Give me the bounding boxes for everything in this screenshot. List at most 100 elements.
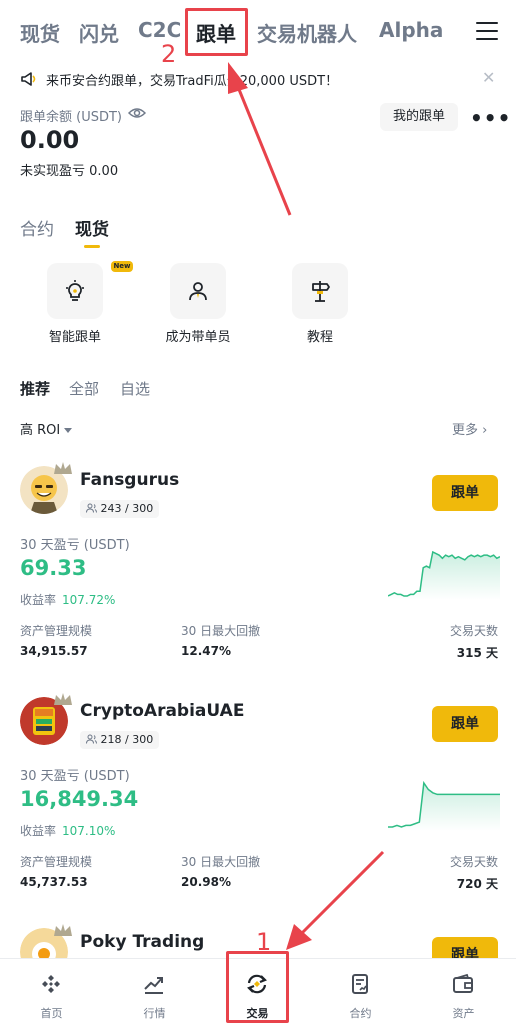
more-options-icon[interactable]: ••• (470, 106, 511, 130)
balance-value: 0.00 (20, 126, 80, 154)
document-icon (352, 974, 368, 994)
subtab-all[interactable]: 全部 (69, 378, 99, 399)
tab-c2c[interactable]: C2C (138, 18, 181, 42)
signpost-icon (312, 281, 330, 302)
aum-value: 34,915.57 (20, 644, 88, 658)
people-icon (86, 503, 97, 513)
crown-icon (54, 693, 72, 705)
follow-button[interactable]: 跟单 (432, 937, 498, 958)
follow-button[interactable]: 跟单 (432, 475, 498, 511)
promo-banner[interactable]: 来币安合约跟单，交易TradFi瓜分20,000 USDT！ ✕ (0, 64, 516, 94)
nav-label: 合约 (349, 1007, 372, 1020)
trading-days-label: 交易天数 (449, 855, 498, 869)
my-copy-trades-button[interactable]: 我的跟单 (380, 103, 458, 131)
more-link[interactable]: 更多 › (452, 419, 487, 438)
feature-become-lead-trader[interactable]: 成为带单员 (148, 263, 248, 353)
mdd-label: 30 日最大回撤 (181, 624, 261, 638)
banner-text: 来币安合约跟单，交易TradFi瓜分20,000 USDT！ (46, 74, 339, 89)
feature-icon-box (170, 263, 226, 319)
caret-down-icon (64, 428, 73, 433)
feature-label: 智能跟单 (48, 330, 101, 345)
trading-days-label: 交易天数 (449, 624, 498, 638)
feature-icon-box (292, 263, 348, 319)
segment-futures[interactable]: 合约 (20, 215, 54, 240)
tab-trading-bots[interactable]: 交易机器人 (257, 18, 357, 47)
nav-label: 资产 (452, 1007, 475, 1020)
unrealized-pnl-label: 未实现盈亏 (20, 164, 86, 179)
followers-count: 243 / 300 (100, 502, 154, 515)
feature-smart-copy[interactable]: New 智能跟单 (25, 261, 133, 353)
unrealized-pnl: 未实现盈亏 0.00 (20, 160, 118, 179)
follow-button[interactable]: 跟单 (432, 706, 498, 742)
roi-value: 107.10% (62, 824, 116, 838)
segment-spot[interactable]: 现货 (75, 215, 109, 240)
feature-label: 教程 (306, 330, 333, 345)
pnl-value: 69.33 (20, 556, 87, 580)
hamburger-menu-icon[interactable] (476, 22, 498, 42)
trader-name[interactable]: Poky Trading (80, 932, 204, 952)
nav-markets[interactable]: 行情 (103, 967, 206, 1023)
nav-label: 首页 (40, 1007, 63, 1020)
tab-convert[interactable]: 闪兑 (79, 18, 119, 47)
trader-name[interactable]: CryptoArabiaUAE (80, 701, 244, 721)
sort-dropdown[interactable]: 高 ROI (20, 419, 73, 438)
binance-logo-icon (42, 975, 60, 993)
mdd-value: 20.98% (181, 875, 231, 889)
feature-label: 成为带单员 (165, 330, 231, 345)
trading-days-value: 720 天 (456, 877, 498, 891)
active-segment-indicator (84, 245, 100, 248)
pnl-value: 16,849.34 (20, 787, 139, 811)
people-icon (86, 734, 97, 744)
annotation-arrow-to-copy-tab (234, 81, 292, 216)
crown-icon (54, 462, 72, 474)
aum-label: 资产管理规模 (20, 855, 93, 869)
lightbulb-icon (66, 280, 84, 301)
nav-futures[interactable]: 合约 (309, 967, 412, 1023)
pnl-label: 30 天盈亏 (USDT) (20, 538, 130, 553)
annotation-highlight-trade-nav (226, 951, 289, 1023)
close-icon[interactable]: ✕ (482, 68, 495, 87)
tab-spot[interactable]: 现货 (20, 18, 60, 47)
chart-trend-icon (144, 977, 163, 994)
annotation-number-2: 2 (161, 40, 177, 68)
trading-days-value: 315 天 (456, 646, 498, 660)
sparkline-area (388, 783, 500, 831)
roi: 收益率 107.10% (20, 822, 115, 839)
roi: 收益率 107.72% (20, 591, 115, 608)
subtab-favorites[interactable]: 自选 (120, 378, 150, 399)
subtab-recommended[interactable]: 推荐 (20, 378, 50, 399)
balance-label: 跟单余额 (USDT) (20, 110, 122, 125)
followers-badge: 218 / 300 (80, 731, 160, 749)
annotation-highlight-copy-tab (185, 8, 248, 56)
crown-icon (54, 924, 72, 936)
nav-assets[interactable]: 资产 (412, 967, 515, 1023)
pnl-label: 30 天盈亏 (USDT) (20, 769, 130, 784)
eye-icon[interactable] (128, 106, 146, 120)
feature-tutorial[interactable]: 教程 (270, 263, 370, 353)
aum-label: 资产管理规模 (20, 624, 93, 638)
nav-home[interactable]: 首页 (0, 967, 103, 1023)
mdd-value: 12.47% (181, 644, 231, 658)
feature-icon-box (47, 263, 103, 319)
followers-badge: 243 / 300 (80, 500, 160, 518)
unrealized-pnl-value: 0.00 (89, 164, 119, 179)
followers-count: 218 / 300 (100, 733, 154, 746)
roi-label: 收益率 (20, 593, 57, 607)
annotation-number-1: 1 (256, 928, 272, 956)
user-icon (189, 282, 207, 301)
trader-name[interactable]: Fansgurus (80, 470, 179, 490)
tab-alpha[interactable]: Alpha (379, 18, 443, 42)
roi-value: 107.72% (62, 593, 116, 607)
megaphone-icon (21, 72, 36, 86)
sort-label: 高 ROI (20, 423, 61, 438)
pnl-sparkline (388, 550, 500, 600)
mdd-label: 30 日最大回撤 (181, 855, 261, 869)
pnl-sparkline (388, 780, 500, 831)
nav-label: 行情 (143, 1007, 166, 1020)
top-tab-bar: 现货 闪兑 C2C 跟单 交易机器人 Alpha (0, 0, 516, 64)
aum-value: 45,737.53 (20, 875, 88, 889)
trader-card[interactable]: CryptoArabiaUAE 218 / 300 跟单 30 天盈亏 (USD… (0, 691, 516, 921)
new-badge: New (111, 261, 133, 272)
trader-card[interactable]: Fansgurus 243 / 300 跟单 30 天盈亏 (USDT) 69.… (0, 460, 516, 690)
sparkline-area (388, 552, 500, 600)
